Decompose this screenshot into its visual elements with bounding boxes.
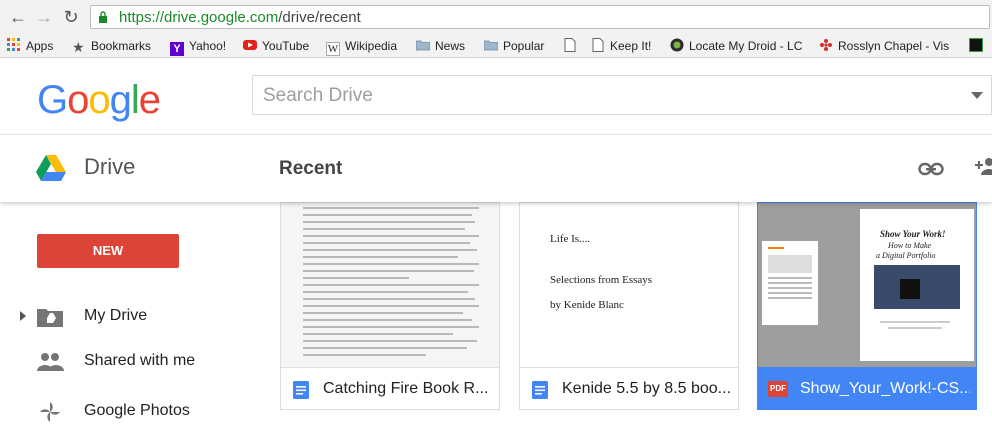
text-line [303, 242, 471, 244]
document-text-preview [303, 203, 479, 361]
search-options-caret-icon[interactable] [971, 92, 983, 99]
file-card[interactable]: Life Is.... Selections from Essays by Ke… [519, 202, 739, 410]
text-line [303, 277, 409, 279]
text-line [303, 319, 472, 321]
drive-toolbar: Drive Recent [0, 134, 992, 202]
text-line [303, 228, 465, 230]
apps-grid-icon [7, 38, 20, 51]
bookmark-rosslyn-chapel[interactable]: Rosslyn Chapel - Vis [819, 37, 949, 55]
file-name: Catching Fire Book R... [323, 380, 489, 397]
new-button[interactable]: NEW [37, 234, 179, 268]
text-line [303, 291, 469, 293]
folder-icon [484, 40, 498, 51]
bookmarks-bar: Apps ★ Bookmarks Y Yahoo! YouTube W Wikiped… [0, 34, 992, 58]
preview-author: by Kenide Blanc [550, 299, 624, 311]
file-card-footer[interactable]: PDF Show_Your_Work!-CS... [758, 367, 976, 409]
url-text: https://drive.google.com/drive/recent [119, 9, 361, 26]
page-icon [592, 38, 604, 52]
file-card[interactable]: Catching Fire Book R... [280, 202, 500, 410]
text-line [303, 270, 474, 272]
bookmark-yahoo[interactable]: Y Yahoo! [170, 37, 226, 56]
file-thumbnail: Show Your Work! How to Make a Digital Po… [758, 203, 976, 367]
file-thumbnail: Life Is.... Selections from Essays by Ke… [520, 203, 738, 367]
sidebar-item-google-photos[interactable]: Google Photos [0, 392, 250, 432]
reload-icon[interactable]: ↻ [61, 7, 81, 27]
text-line [303, 249, 478, 251]
text-line [303, 305, 479, 307]
pdf-page-left [762, 241, 818, 325]
text-line [303, 235, 479, 237]
text-line [303, 298, 476, 300]
droid-icon [670, 38, 684, 52]
file-name: Show_Your_Work!-CS... [800, 380, 970, 397]
pinwheel-icon [40, 402, 60, 422]
file-card-footer[interactable]: Kenide 5.5 by 8.5 boo... [520, 367, 738, 409]
bookmark-wikipedia[interactable]: W Wikipedia [326, 37, 397, 56]
drive-logo-icon[interactable] [36, 155, 66, 182]
add-person-icon[interactable] [975, 155, 992, 179]
text-line [303, 221, 476, 223]
text-line [303, 284, 479, 286]
text-line [303, 312, 464, 314]
text-line [303, 347, 467, 349]
address-bar[interactable]: https://drive.google.com/drive/recent [90, 5, 990, 29]
back-arrow-icon[interactable]: ← [8, 7, 28, 27]
sidebar-item-shared-with-me[interactable]: Shared with me [0, 342, 250, 382]
search-input[interactable] [263, 84, 953, 108]
file-thumbnail [281, 203, 499, 367]
sidebar-item-my-drive[interactable]: My Drive [0, 297, 250, 337]
youtube-icon [243, 40, 257, 50]
folder-icon [416, 40, 430, 51]
portfolio-screenshot [874, 265, 960, 309]
text-line [303, 333, 453, 335]
bookmark-popular[interactable]: Popular [484, 37, 544, 55]
bookmark-keep-it[interactable]: Keep It! [591, 37, 651, 55]
text-line [303, 326, 479, 328]
page-icon [564, 38, 576, 52]
lock-icon [99, 11, 107, 23]
flower-icon [820, 39, 832, 51]
google-docs-icon [293, 381, 309, 399]
forward-arrow-icon[interactable]: → [34, 7, 54, 27]
yahoo-icon: Y [170, 42, 184, 56]
text-line [303, 340, 478, 342]
google-docs-icon [532, 381, 548, 399]
bookmark-overflow[interactable] [969, 37, 989, 55]
preview-title: Life Is.... [550, 233, 591, 245]
pdf-icon: PDF [768, 381, 788, 397]
file-card-selected[interactable]: Show Your Work! How to Make a Digital Po… [757, 202, 977, 410]
browser-toolbar: ← → ↻ https://drive.google.com/drive/rec… [0, 0, 992, 34]
file-name: Kenide 5.5 by 8.5 boo... [562, 380, 732, 397]
text-line [303, 207, 479, 209]
drive-title[interactable]: Drive [84, 154, 135, 180]
search-box[interactable] [252, 75, 992, 115]
link-icon[interactable] [918, 159, 944, 179]
file-card-footer[interactable]: Catching Fire Book R... [281, 367, 499, 409]
expand-arrow-icon[interactable] [20, 311, 26, 321]
text-line [303, 263, 479, 265]
bookmark-youtube[interactable]: YouTube [243, 37, 309, 55]
wikipedia-icon: W [326, 42, 340, 56]
page-title: Recent [279, 158, 343, 179]
google-logo[interactable]: Google [37, 80, 161, 120]
text-line [303, 354, 427, 356]
bookmark-news[interactable]: News [416, 37, 465, 55]
text-line [303, 256, 458, 258]
people-icon [37, 353, 64, 371]
bookmark-page[interactable] [563, 37, 582, 55]
terminal-icon [969, 38, 983, 52]
star-icon: ★ [72, 39, 85, 55]
my-drive-icon [37, 309, 63, 327]
text-line [303, 214, 472, 216]
preview-subtitle: Selections from Essays [550, 274, 653, 286]
pdf-page-right: Show Your Work! How to Make a Digital Po… [860, 209, 974, 361]
bookmark-apps[interactable]: Apps [7, 37, 53, 55]
bookmark-locate-my-droid[interactable]: Locate My Droid - LC [670, 37, 802, 55]
bookmark-bookmarks[interactable]: ★ Bookmarks [72, 37, 151, 55]
